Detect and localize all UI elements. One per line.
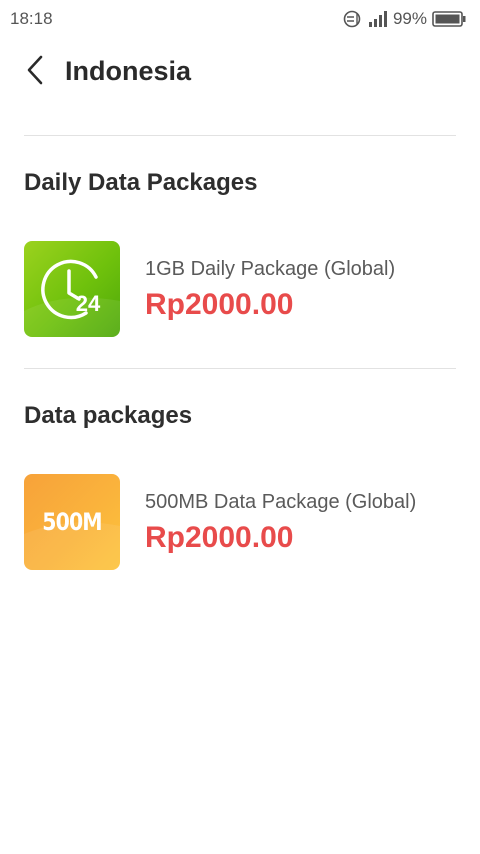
- clock-24-icon: 24: [24, 259, 120, 337]
- package-price-daily: Rp2000.00: [145, 288, 294, 321]
- status-icons: 99%: [343, 9, 466, 29]
- section-title-daily: Daily Data Packages: [24, 169, 258, 196]
- hd-data-icon: [343, 10, 363, 28]
- status-time: 18:18: [10, 9, 53, 28]
- clock-24-label: 24: [76, 291, 101, 316]
- package-item-data[interactable]: 500M 500MB Data Package (Global) Rp2000.…: [24, 474, 456, 572]
- back-button[interactable]: [18, 52, 52, 92]
- package-icon-data: 500M: [24, 474, 120, 570]
- divider: [24, 135, 456, 136]
- battery-icon: [432, 11, 466, 27]
- package-icon-daily: 24: [24, 241, 120, 337]
- 500m-icon: 500M: [42, 508, 102, 536]
- package-item-daily[interactable]: 24 1GB Daily Package (Global) Rp2000.00: [24, 241, 456, 339]
- header: Indonesia: [0, 38, 480, 108]
- package-name-data: 500MB Data Package (Global): [145, 491, 417, 513]
- package-price-data: Rp2000.00: [145, 521, 294, 554]
- battery-percent: 99%: [392, 9, 427, 28]
- page-title: Indonesia: [65, 56, 192, 86]
- chevron-left-icon: [25, 54, 45, 91]
- divider: [24, 368, 456, 369]
- section-title-data: Data packages: [24, 402, 193, 429]
- status-bar: 18:18 99%: [0, 0, 480, 38]
- package-name-daily: 1GB Daily Package (Global): [145, 258, 396, 280]
- signal-icon: [368, 10, 388, 28]
